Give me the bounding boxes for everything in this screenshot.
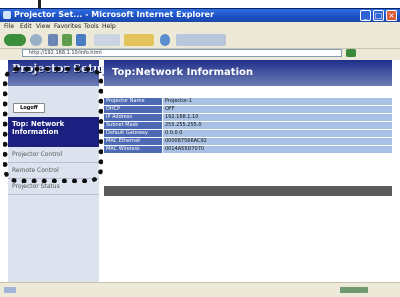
row-label: Default Gateway xyxy=(104,130,162,137)
home-icon[interactable] xyxy=(76,34,86,46)
sidebar-title: Projector Setup xyxy=(12,62,109,75)
row-label: Subnet Mask xyxy=(104,122,162,129)
row-label: IP Address xyxy=(104,114,162,121)
nav-item-projector-control[interactable]: Projector Control xyxy=(8,147,99,163)
history-mail-print-icons[interactable] xyxy=(176,34,226,46)
menu-file[interactable]: File xyxy=(4,23,14,30)
nav-item-remote-control[interactable]: Remote Control xyxy=(8,163,99,179)
menu-view[interactable]: View xyxy=(36,23,50,30)
nav-item-network-information[interactable]: Top: Network Information xyxy=(8,117,99,147)
forward-button[interactable] xyxy=(30,34,42,46)
table-row: MAC Ethernet 000087566AC92 xyxy=(104,138,392,146)
menu-bar: File Edit View Favorites Tools Help xyxy=(0,22,400,32)
browser-window: Projector Set... - Microsoft Internet Ex… xyxy=(0,8,400,297)
main-header: Top:Network Information xyxy=(104,60,392,86)
maximize-button[interactable]: □ xyxy=(373,10,384,21)
media-icon[interactable] xyxy=(160,34,170,46)
row-label: Projector Name xyxy=(104,98,162,105)
nav-item-projector-status[interactable]: Projector Status xyxy=(8,179,99,195)
menu-tools[interactable]: Tools xyxy=(84,23,99,30)
row-value: 255.255.255.0 xyxy=(163,122,392,129)
row-value: 0014A55D7070 xyxy=(163,146,392,153)
table-row: IP Address 192.168.1.10 xyxy=(104,114,392,122)
table-row: Subnet Mask 255.255.255.0 xyxy=(104,122,392,130)
row-value: Projector-1 xyxy=(163,98,392,105)
table-row: DHCP OFF xyxy=(104,106,392,114)
row-label: MAC Ethernet xyxy=(104,138,162,145)
address-input[interactable]: http://192.168.1.10/info.html xyxy=(22,49,342,57)
favorites-icon[interactable] xyxy=(124,34,154,46)
table-row: MAC Wireless 0014A55D7070 xyxy=(104,146,392,154)
logoff-button[interactable]: Logoff xyxy=(13,103,45,113)
row-value: OFF xyxy=(163,106,392,113)
search-icon[interactable] xyxy=(94,34,120,46)
toolbar xyxy=(0,32,400,49)
internet-zone-icon xyxy=(340,287,368,293)
table-row: Default Gateway 0.0.0.0 xyxy=(104,130,392,138)
table-row: Projector Name Projector-1 xyxy=(104,98,392,106)
row-label: MAC Wireless xyxy=(104,146,162,153)
web-page: Projector Setup Logoff Top: Network Info… xyxy=(0,60,400,288)
back-button[interactable] xyxy=(4,34,26,46)
row-value: 000087566AC92 xyxy=(163,138,392,145)
title-bar: Projector Set... - Microsoft Internet Ex… xyxy=(0,9,400,22)
page-status-icon xyxy=(4,287,16,293)
close-button[interactable]: × xyxy=(386,10,397,21)
page-title: Top:Network Information xyxy=(112,67,253,78)
menu-favorites[interactable]: Favorites xyxy=(54,23,81,30)
refresh-icon[interactable] xyxy=(62,34,72,46)
ie-icon xyxy=(3,11,11,19)
window-title: Projector Set... - Microsoft Internet Ex… xyxy=(14,10,215,19)
table-footer-bar xyxy=(104,186,392,196)
row-label: DHCP xyxy=(104,106,162,113)
minimize-button[interactable]: _ xyxy=(360,10,371,21)
row-value: 0.0.0.0 xyxy=(163,130,392,137)
address-bar: http://192.168.1.10/info.html xyxy=(0,48,400,59)
menu-help[interactable]: Help xyxy=(102,23,116,30)
go-button[interactable] xyxy=(346,49,356,57)
menu-edit[interactable]: Edit xyxy=(20,23,32,30)
stop-icon[interactable] xyxy=(48,34,58,46)
sidebar: Projector Setup Logoff Top: Network Info… xyxy=(8,60,109,288)
row-value: 192.168.1.10 xyxy=(163,114,392,121)
sidebar-header: Projector Setup xyxy=(8,60,109,86)
